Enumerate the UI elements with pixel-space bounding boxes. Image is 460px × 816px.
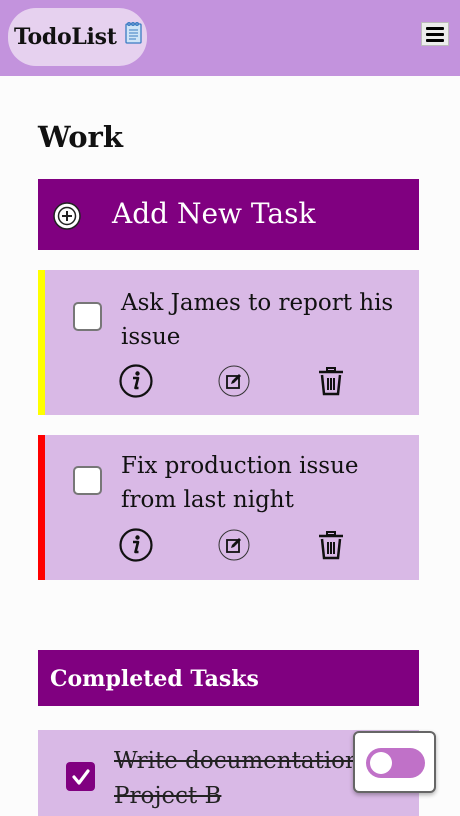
edit-icon[interactable]: [218, 529, 250, 561]
toggle-track: [366, 748, 425, 778]
page-title: Work: [38, 120, 123, 154]
add-task-label: Add New Task: [112, 197, 316, 230]
top-navbar: TodoList: [0, 0, 460, 76]
priority-indicator: [38, 270, 45, 415]
task-card: Fix production issue from last night: [38, 435, 419, 580]
plus-circle-icon: [53, 202, 81, 230]
trash-icon[interactable]: [317, 530, 345, 560]
notepad-icon: [123, 21, 143, 49]
brand-name: TodoList: [14, 24, 117, 50]
trash-icon[interactable]: [317, 366, 345, 396]
brand-logo[interactable]: TodoList: [8, 8, 147, 66]
info-icon[interactable]: [119, 528, 153, 562]
task-checkbox[interactable]: [73, 466, 102, 495]
hamburger-menu-icon[interactable]: [421, 22, 449, 46]
edit-icon[interactable]: [218, 365, 250, 397]
task-text: Ask James to report his issue: [121, 290, 394, 350]
info-icon[interactable]: [119, 364, 153, 398]
theme-toggle[interactable]: [353, 731, 436, 793]
task-text: Fix production issue from last night: [121, 453, 359, 513]
checkmark-icon: [71, 768, 90, 785]
completed-checkbox[interactable]: [66, 762, 95, 791]
completed-tasks-title: Completed Tasks: [50, 666, 259, 692]
task-checkbox[interactable]: [73, 302, 102, 331]
completed-tasks-header: Completed Tasks: [38, 650, 419, 706]
add-task-button[interactable]: Add New Task: [38, 179, 419, 250]
task-card: Ask James to report his issue: [38, 270, 419, 415]
toggle-knob: [370, 752, 392, 774]
priority-indicator: [38, 435, 45, 580]
